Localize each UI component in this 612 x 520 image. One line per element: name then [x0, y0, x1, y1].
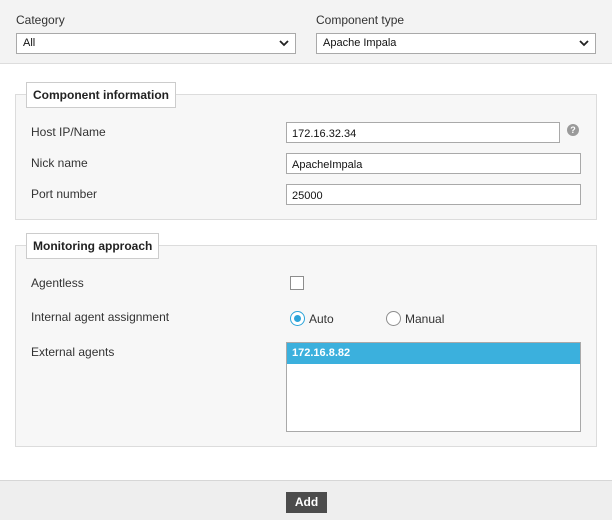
port-input[interactable] — [286, 184, 581, 205]
radio-manual[interactable] — [386, 311, 401, 326]
port-label: Port number — [31, 187, 98, 201]
external-agents-label: External agents — [31, 345, 115, 359]
category-select[interactable]: All — [16, 33, 296, 54]
external-agents-list[interactable]: 172.16.8.82 — [286, 342, 581, 432]
internal-agent-label: Internal agent assignment — [31, 310, 170, 324]
filter-bar — [0, 0, 612, 64]
radio-auto[interactable] — [290, 311, 305, 326]
host-input[interactable] — [286, 122, 560, 143]
component-type-value: Apache Impala — [323, 37, 397, 49]
category-label: Category — [16, 13, 65, 27]
question-circle-icon[interactable]: ? — [567, 124, 579, 136]
component-type-label: Component type — [316, 13, 405, 27]
category-value: All — [23, 37, 36, 49]
component-type-select[interactable]: Apache Impala — [316, 33, 596, 54]
chevron-down-icon — [279, 40, 289, 47]
radio-auto-label[interactable]: Auto — [309, 312, 334, 326]
host-label: Host IP/Name — [31, 125, 106, 139]
monitoring-legend: Monitoring approach — [26, 233, 160, 259]
component-info-legend: Component information — [26, 82, 176, 108]
chevron-down-icon — [579, 40, 589, 47]
add-button[interactable]: Add — [286, 492, 327, 513]
radio-manual-label[interactable]: Manual — [405, 312, 444, 326]
agentless-checkbox[interactable] — [290, 276, 304, 290]
nick-name-input[interactable] — [286, 153, 581, 174]
nick-name-label: Nick name — [31, 156, 88, 170]
list-item[interactable]: 172.16.8.82 — [287, 343, 580, 364]
agentless-label: Agentless — [31, 276, 84, 290]
